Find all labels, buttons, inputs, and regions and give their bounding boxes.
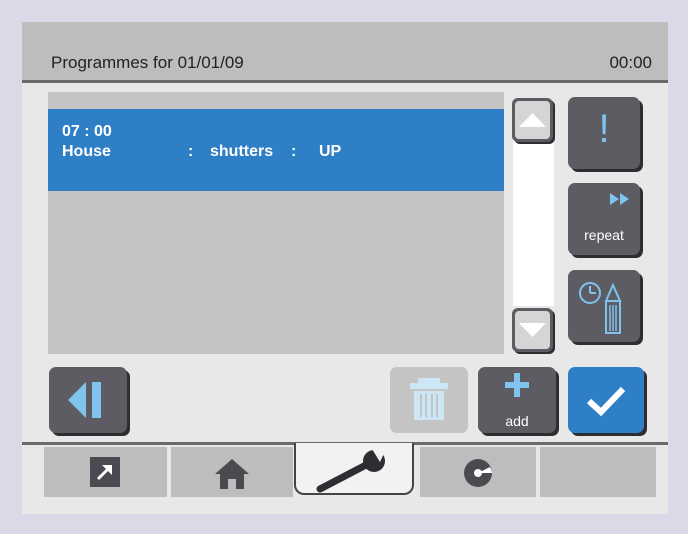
programme-action: UP (319, 143, 342, 160)
repeat-button[interactable]: repeat (568, 183, 640, 255)
house-icon (215, 459, 249, 489)
clock: 00:00 (609, 53, 652, 72)
delete-button[interactable] (390, 367, 468, 433)
trash-icon (410, 378, 448, 420)
plus-icon (505, 373, 529, 397)
arrow-up-right-icon (90, 457, 120, 487)
add-button[interactable]: add (478, 367, 556, 433)
page-title: Programmes for 01/01/09 (51, 53, 244, 72)
triangle-up-icon (519, 113, 546, 127)
programme-sep-1: : (188, 143, 194, 160)
programme-sep-2: : (291, 143, 297, 160)
confirm-button[interactable] (568, 367, 644, 433)
scroll-down-button[interactable] (512, 308, 553, 352)
fast-forward-icon (610, 193, 629, 205)
add-label: add (505, 413, 529, 429)
back-button[interactable] (49, 367, 127, 433)
programme-time: 07 : 00 (62, 123, 112, 140)
tab-home[interactable] (171, 447, 293, 497)
clock-pencil-icon (579, 282, 622, 334)
tab-shortcut[interactable] (44, 447, 167, 497)
tab-empty[interactable] (540, 447, 656, 497)
schedule-edit-button[interactable] (568, 270, 640, 342)
screen: Programmes for 01/01/09 00:00 07 : 00 Ho… (22, 22, 668, 514)
programme-zone: House (62, 143, 111, 160)
programme-list: 07 : 00 House : shutters : UP (48, 92, 504, 354)
header: Programmes for 01/01/09 00:00 (22, 22, 668, 83)
alert-button[interactable]: ! (568, 97, 640, 169)
repeat-label: repeat (584, 227, 624, 243)
programme-device: shutters (210, 143, 274, 160)
play-back-icon (68, 382, 101, 418)
tab-media[interactable] (420, 447, 536, 497)
exclamation-icon: ! (598, 107, 610, 151)
triangle-down-icon (519, 323, 546, 337)
programme-row[interactable]: 07 : 00 House : shutters : UP (48, 109, 504, 191)
scroll-up-button[interactable] (512, 98, 553, 142)
tab-settings[interactable] (294, 443, 414, 495)
wrench-icon (316, 449, 386, 493)
checkmark-icon (586, 386, 626, 417)
disc-icon (464, 459, 492, 487)
